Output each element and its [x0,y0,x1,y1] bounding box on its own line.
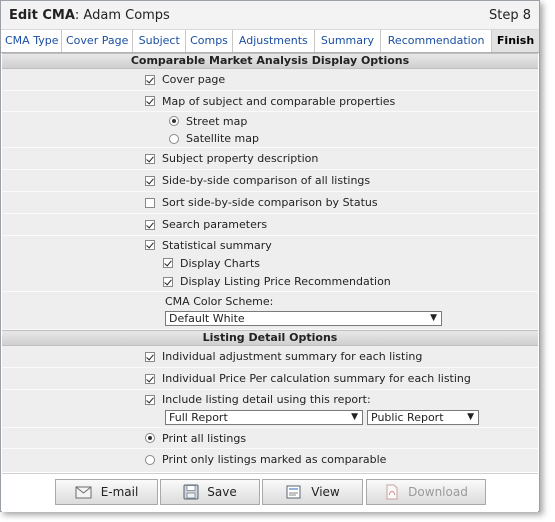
report-type-select[interactable]: Public Report ▼ [367,409,479,425]
color-scheme-select[interactable]: Default White ▼ [165,311,442,326]
tab-finish[interactable]: Finish [492,30,539,52]
search-parameters-label: Search parameters [162,218,268,231]
tab-subject[interactable]: Subject [133,30,187,52]
include-listing-detail-checkbox[interactable] [145,394,155,405]
sort-by-status-checkbox[interactable] [145,197,155,208]
save-button[interactable]: Save [160,479,260,505]
window-title: Edit CMA: Adam Comps [9,8,170,23]
color-scheme-label: CMA Color Scheme: [165,295,274,308]
tab-cover-page[interactable]: Cover Page [62,30,134,52]
sort-by-status-label: Sort side-by-side comparison by Status [162,196,378,209]
email-button-label: E-mail [100,485,139,499]
display-charts-label: Display Charts [180,256,261,270]
print-all-label: Print all listings [162,431,247,445]
statistical-summary-label: Statistical summary [162,238,272,252]
download-button-label: Download [408,485,468,499]
tab-recommendation[interactable]: Recommendation [381,30,493,52]
print-all-radio[interactable] [145,433,155,443]
listing-options-header: Listing Detail Options [2,330,538,346]
map-label: Map of subject and comparable properties [162,94,396,108]
title-prefix: Edit CMA [9,7,75,23]
subject-description-checkbox[interactable] [145,153,155,164]
action-bar: E-mail Save View Download [2,473,538,512]
edit-cma-window: Edit CMA: Adam Comps Step 8 CMA Type Cov… [0,0,540,512]
option-street-map: Street map [2,112,538,130]
display-options-header: Comparable Market Analysis Display Optio… [2,53,538,69]
chevron-down-icon: ▼ [467,411,474,422]
download-button[interactable]: Download [366,479,486,505]
option-display-price-recommendation: Display Listing Price Recommendation [2,272,538,292]
pdf-icon [386,484,398,500]
email-button[interactable]: E-mail [55,479,158,505]
price-per-label: Individual Price Per calculation summary… [162,372,471,385]
street-map-radio[interactable] [169,116,179,126]
report-type-value: Public Report [371,410,444,424]
display-price-recommendation-checkbox[interactable] [163,276,173,287]
envelope-icon [75,486,92,499]
report-value: Full Report [169,410,228,424]
option-color-scheme: CMA Color Scheme: Default White ▼ [2,292,538,330]
satellite-map-label: Satellite map [186,132,259,145]
adjustment-summary-checkbox[interactable] [145,351,155,362]
color-scheme-value: Default White [169,312,245,325]
satellite-map-radio[interactable] [169,133,179,144]
option-print-all: Print all listings [2,428,538,449]
title-name: : Adam Comps [74,7,170,23]
option-adjustment-summary: Individual adjustment summary for each l… [2,346,538,368]
display-charts-checkbox[interactable] [163,258,173,268]
option-sort-by-status: Sort side-by-side comparison by Status [2,192,538,214]
option-statistical-summary: Statistical summary [2,236,538,254]
report-select[interactable]: Full Report ▼ [165,409,363,425]
map-checkbox[interactable] [145,96,155,106]
option-subject-description: Subject property description [2,148,538,170]
option-satellite-map: Satellite map [2,130,538,148]
option-map: Map of subject and comparable properties [2,91,538,112]
subject-description-label: Subject property description [162,152,319,165]
tab-comps[interactable]: Comps [186,30,233,52]
street-map-label: Street map [186,114,248,128]
option-print-comparable: Print only listings marked as comparable [2,449,538,470]
step-indicator: Step 8 [488,7,531,23]
print-comparable-radio[interactable] [145,454,155,465]
tab-bar: CMA Type Cover Page Subject Comps Adjust… [1,30,539,53]
option-price-per: Individual Price Per calculation summary… [2,368,538,390]
cover-page-checkbox[interactable] [145,74,155,85]
floppy-disk-icon [183,484,199,500]
side-by-side-label: Side-by-side comparison of all listings [162,174,371,187]
chevron-down-icon: ▼ [351,411,358,422]
view-button-label: View [311,485,340,499]
option-cover-page: Cover page [2,69,538,91]
option-display-charts: Display Charts [2,254,538,272]
display-price-recommendation-label: Display Listing Price Recommendation [180,275,391,288]
side-by-side-checkbox[interactable] [145,175,155,186]
tab-cma-type[interactable]: CMA Type [1,30,62,52]
view-document-icon [286,485,301,499]
statistical-summary-checkbox[interactable] [145,240,155,250]
title-bar: Edit CMA: Adam Comps Step 8 [1,1,539,30]
options-panel: Comparable Market Analysis Display Optio… [2,53,538,472]
adjustment-summary-label: Individual adjustment summary for each l… [162,350,423,363]
print-comparable-label: Print only listings marked as comparable [162,453,387,466]
tab-summary[interactable]: Summary [315,30,382,52]
option-include-listing-detail: Include listing detail using this report… [2,390,538,428]
tab-adjustments[interactable]: Adjustments [233,30,315,52]
option-search-parameters: Search parameters [2,214,538,236]
search-parameters-checkbox[interactable] [145,219,155,230]
include-listing-detail-label: Include listing detail using this report… [162,392,371,406]
option-side-by-side: Side-by-side comparison of all listings [2,170,538,192]
price-per-checkbox[interactable] [145,373,155,384]
save-button-label: Save [207,485,237,499]
view-button[interactable]: View [262,479,363,505]
cover-page-label: Cover page [162,73,226,86]
chevron-down-icon: ▼ [430,313,437,323]
